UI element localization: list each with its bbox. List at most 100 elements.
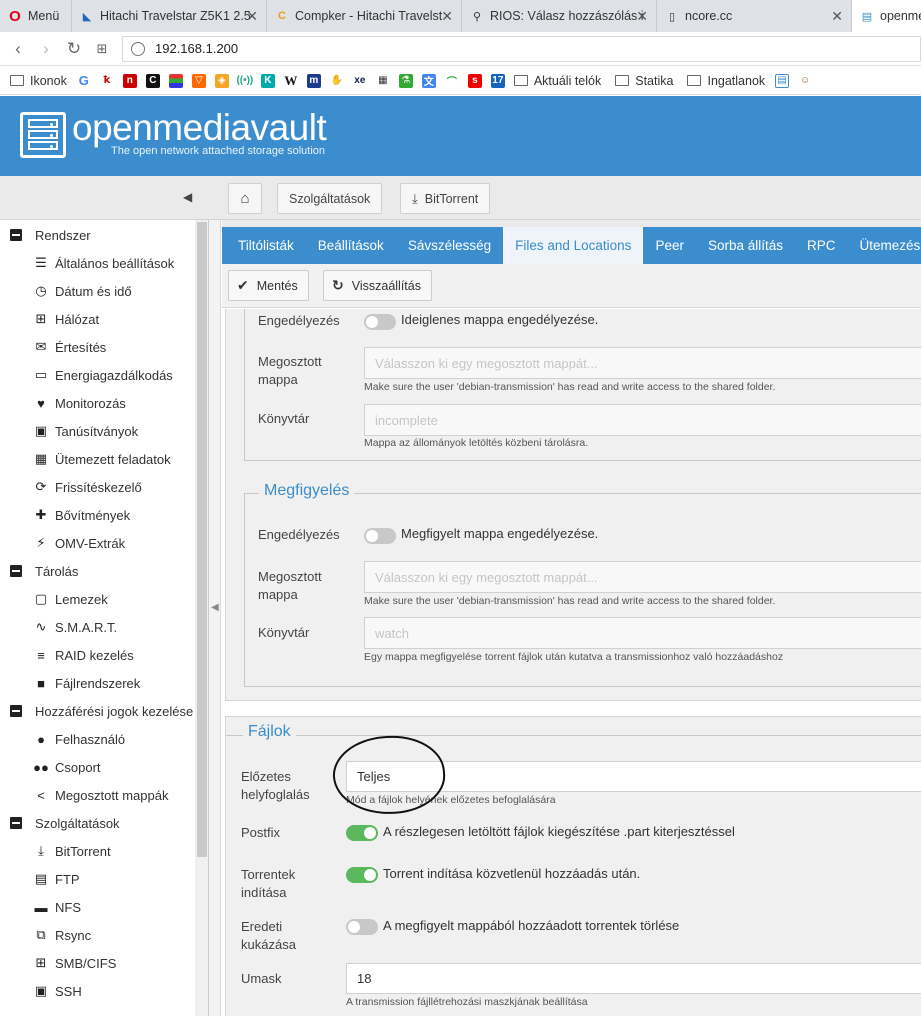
sidebar-splitter[interactable]: ◀ bbox=[209, 220, 221, 1016]
tab-tiltolistak[interactable]: Tiltólisták bbox=[222, 227, 306, 264]
sidebar-item-csoport[interactable]: ●● Csoport bbox=[33, 753, 100, 781]
bookmark-icon[interactable]: ◈ bbox=[214, 73, 229, 88]
incomplete-shared-folder-select[interactable]: Válasszon ki egy megosztott mappát... bbox=[364, 347, 921, 379]
browser-tab[interactable]: ▯ ncore.cc ✕ bbox=[657, 0, 852, 32]
postfix-toggle[interactable] bbox=[346, 825, 378, 841]
tab-peer[interactable]: Peer bbox=[643, 227, 696, 264]
sidebar-item-ssh[interactable]: ▣ SSH bbox=[33, 977, 82, 1005]
breadcrumb-bittorrent[interactable]: ⤓ BitTorrent bbox=[400, 183, 491, 214]
tab-rpc[interactable]: RPC bbox=[795, 227, 848, 264]
incomplete-dir-input[interactable]: incomplete bbox=[364, 404, 921, 436]
prealloc-select[interactable]: Teljes bbox=[346, 761, 921, 792]
sidebar-item-nfs[interactable]: ▬ NFS bbox=[33, 893, 82, 921]
close-icon[interactable]: ✕ bbox=[636, 8, 648, 25]
splitter-arrow-icon[interactable]: ◀ bbox=[211, 602, 219, 613]
collapse-sidebar-icon[interactable]: ◀ bbox=[183, 190, 192, 204]
bookmark-icon[interactable]: n bbox=[122, 73, 137, 88]
sidebar-item-omvextra[interactable]: ⚡ OMV-Extrák bbox=[33, 529, 125, 557]
bookmark-icon[interactable] bbox=[168, 73, 183, 88]
bookmark-icon[interactable]: ✋ bbox=[330, 74, 344, 88]
sidebar-item-megosztott[interactable]: < Megosztott mappák bbox=[33, 781, 168, 809]
bookmark-icon[interactable]: ((•)) bbox=[236, 74, 253, 88]
bookmark-folder-statika[interactable]: Statika bbox=[615, 74, 673, 88]
opera-menu[interactable]: O Menü bbox=[0, 0, 72, 32]
close-icon[interactable]: ✕ bbox=[831, 8, 843, 25]
sidebar-item-frissites[interactable]: ⟳ Frissítéskezelő bbox=[33, 473, 142, 501]
trash-original-toggle[interactable] bbox=[346, 919, 378, 935]
bookmark-icon[interactable]: K bbox=[260, 73, 275, 88]
bookmark-folder-ingatlanok[interactable]: Ingatlanok bbox=[687, 74, 765, 88]
sidebar-group-szolgaltatasok[interactable]: Szolgáltatások bbox=[10, 809, 120, 837]
umask-input[interactable]: 18 bbox=[346, 963, 921, 994]
sidebar-item-altalanos[interactable]: ☰ Általános beállítások bbox=[33, 249, 174, 277]
sidebar-item-rsync[interactable]: ⧉ Rsync bbox=[33, 921, 91, 949]
bookmark-folder-aktualis[interactable]: Aktuáli telók bbox=[513, 74, 601, 88]
sidebar-group-tarolas[interactable]: Tárolás bbox=[10, 557, 78, 585]
puzzle-icon: ✚ bbox=[35, 507, 47, 522]
scrollbar-thumb[interactable] bbox=[197, 222, 207, 857]
sidebar-item-ertesites[interactable]: ✉ Értesítés bbox=[33, 333, 107, 361]
sidebar-group-hozzaferes[interactable]: Hozzáférési jogok kezelése bbox=[10, 697, 193, 725]
url-input[interactable]: 192.168.1.200 bbox=[122, 35, 921, 62]
sidebar-item-lemezek[interactable]: ▢ Lemezek bbox=[33, 585, 108, 613]
close-icon[interactable]: ✕ bbox=[441, 8, 453, 25]
bookmark-icon[interactable]: ⚗ bbox=[398, 73, 413, 88]
tab-beallitasok[interactable]: Beállítások bbox=[306, 227, 396, 264]
home-button[interactable]: ⌂ bbox=[228, 183, 262, 214]
sidebar-item-tanusitvany[interactable]: ▣ Tanúsítványok bbox=[33, 417, 138, 445]
bookmark-icon[interactable]: s bbox=[467, 73, 482, 88]
sidebar-item-ftp[interactable]: ▤ FTP bbox=[33, 865, 80, 893]
sidebar-item-datum[interactable]: ◷ Dátum és idő bbox=[33, 277, 131, 305]
browser-tab[interactable]: ◣ Hitachi Travelstar Z5K1 2.5 ✕ bbox=[72, 0, 267, 32]
sidebar-item-smb[interactable]: ⊞ SMB/CIFS bbox=[33, 949, 117, 977]
breadcrumb-services[interactable]: Szolgáltatások bbox=[277, 183, 383, 214]
sidebar-item-bittorrent[interactable]: ⤓ BitTorrent bbox=[33, 837, 111, 865]
translate-icon[interactable]: 文 bbox=[421, 73, 436, 88]
sidebar-item-halozat[interactable]: ⊞ Hálózat bbox=[33, 305, 100, 333]
sidebar-item-monitor[interactable]: ♥ Monitorozás bbox=[33, 389, 126, 417]
sidebar-group-rendszer[interactable]: Rendszer bbox=[10, 221, 91, 249]
bookmark-icon[interactable]: ▽ bbox=[191, 73, 206, 88]
forward-icon[interactable]: › bbox=[32, 39, 60, 59]
close-icon[interactable]: ✕ bbox=[246, 8, 258, 25]
sidebar-item-energia[interactable]: ▭ Energiagazdálkodás bbox=[33, 361, 173, 389]
sidebar-item-fajlrendszer[interactable]: ■ Fájlrendszerek bbox=[33, 669, 140, 697]
bookmark-icon[interactable]: ▤ bbox=[775, 73, 790, 88]
bookmark-icon[interactable]: ꝁ bbox=[99, 73, 114, 88]
sidebar-item-utemezett[interactable]: ▦ Ütemezett feladatok bbox=[33, 445, 171, 473]
bookmark-icon[interactable]: xe bbox=[353, 74, 367, 88]
bookmark-icon[interactable]: 17 bbox=[490, 73, 505, 88]
browser-tab-bar: O Menü ◣ Hitachi Travelstar Z5K1 2.5 ✕ C… bbox=[0, 0, 921, 32]
browser-tab-active[interactable]: ▤ openme bbox=[852, 0, 921, 32]
bookmark-icon[interactable]: ☺ bbox=[798, 74, 812, 88]
bookmark-icon[interactable]: C bbox=[145, 73, 160, 88]
bookmark-icon[interactable]: ▦ bbox=[376, 74, 390, 88]
bookmark-icon[interactable]: m bbox=[306, 73, 321, 88]
bookmark-icon[interactable]: ⌒ bbox=[445, 74, 459, 88]
wikipedia-icon[interactable]: W bbox=[284, 73, 298, 88]
tab-files-and-locations[interactable]: Files and Locations bbox=[503, 227, 644, 264]
sidebar-item-raid[interactable]: ≡ RAID kezelés bbox=[33, 641, 134, 669]
incomplete-enable-toggle[interactable] bbox=[364, 314, 396, 330]
browser-tab[interactable]: ⚲ RIOS: Válasz hozzászólás i ✕ bbox=[462, 0, 657, 32]
sidebar-scrollbar[interactable] bbox=[195, 220, 208, 1016]
revert-button[interactable]: ↻ Visszaállítás bbox=[323, 270, 432, 301]
watch-dir-input[interactable]: watch bbox=[364, 617, 921, 649]
sidebar-item-bovitmeny[interactable]: ✚ Bővítmények bbox=[33, 501, 131, 529]
tab-sorba[interactable]: Sorba állítás bbox=[696, 227, 795, 264]
tab-utemezes[interactable]: Ütemezés bbox=[848, 227, 921, 264]
back-icon[interactable]: ‹ bbox=[4, 39, 32, 59]
sidebar-item-felhasznalo[interactable]: ● Felhasználó bbox=[33, 725, 125, 753]
save-button[interactable]: ✔ Mentés bbox=[228, 270, 309, 301]
sidebar-item-smart[interactable]: ∿ S.M.A.R.T. bbox=[33, 613, 118, 641]
start-torrents-toggle[interactable] bbox=[346, 867, 378, 883]
folder-icon bbox=[615, 75, 630, 86]
watch-enable-toggle[interactable] bbox=[364, 528, 396, 544]
speed-dial-icon[interactable]: ⊞ bbox=[88, 41, 116, 57]
watch-shared-folder-select[interactable]: Válasszon ki egy megosztott mappát... bbox=[364, 561, 921, 593]
tab-savszelesseg[interactable]: Sávszélesség bbox=[396, 227, 503, 264]
bookmark-folder-ikonok[interactable]: Ikonok bbox=[10, 74, 67, 88]
browser-tab[interactable]: C Compker - Hitachi Travelst ✕ bbox=[267, 0, 462, 32]
reload-icon[interactable]: ↻ bbox=[60, 39, 88, 59]
google-icon[interactable]: G bbox=[77, 73, 91, 88]
